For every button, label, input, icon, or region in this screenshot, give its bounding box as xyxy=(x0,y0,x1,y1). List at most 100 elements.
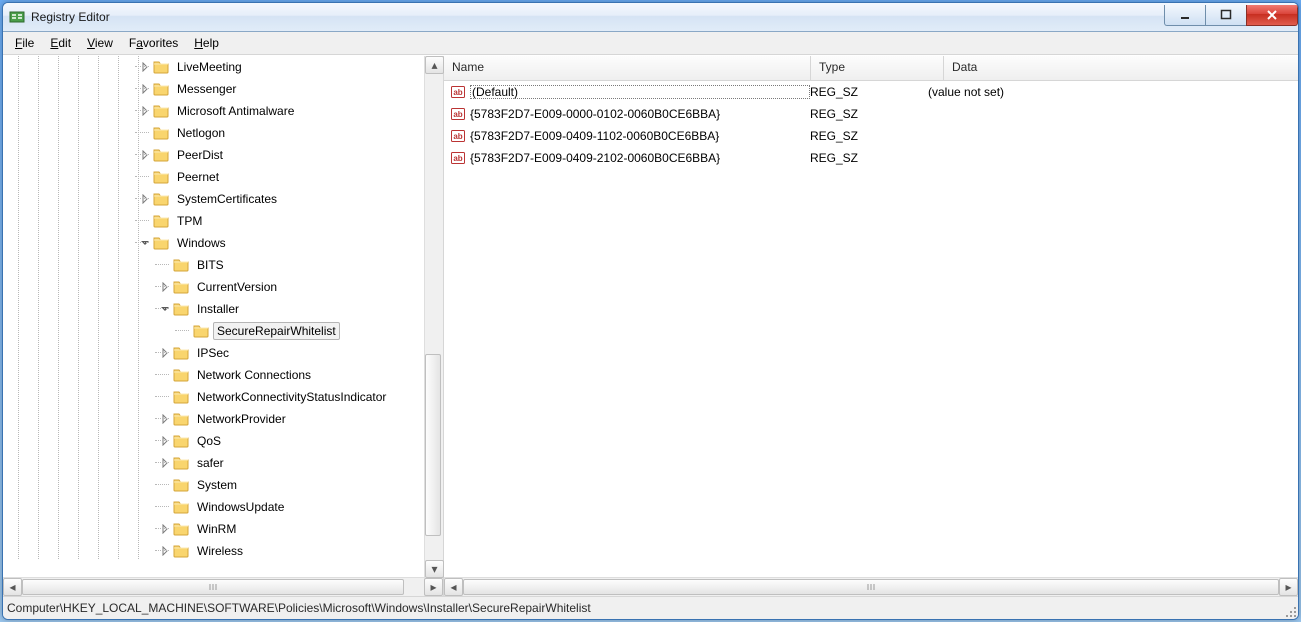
tree-item[interactable]: IPSec xyxy=(3,342,390,364)
folder-icon xyxy=(173,279,189,295)
tree-item[interactable]: SecureRepairWhitelist xyxy=(3,320,390,342)
list-row[interactable]: ab {5783F2D7-E009-0000-0102-0060B0CE6BBA}… xyxy=(444,103,1298,125)
value-type: REG_SZ xyxy=(810,129,928,143)
menu-view[interactable]: View xyxy=(79,34,121,52)
tree-scrollbar-vertical[interactable]: ▴ ▾ xyxy=(424,56,443,578)
tree-item[interactable]: Wireless xyxy=(3,540,390,562)
value-name: {5783F2D7-E009-0000-0102-0060B0CE6BBA} xyxy=(470,107,810,121)
scroll-right-button[interactable]: ▸ xyxy=(1279,578,1298,596)
tree-item[interactable]: NetworkProvider xyxy=(3,408,390,430)
tree-item-label: SecureRepairWhitelist xyxy=(213,322,340,340)
statusbar: Computer\HKEY_LOCAL_MACHINE\SOFTWARE\Pol… xyxy=(3,596,1298,619)
tree-item[interactable]: System xyxy=(3,474,390,496)
tree-item[interactable]: NetworkConnectivityStatusIndicator xyxy=(3,386,390,408)
tree-item-label: QoS xyxy=(193,432,225,450)
folder-icon xyxy=(173,257,189,273)
value-type: REG_SZ xyxy=(810,85,928,99)
minimize-button[interactable] xyxy=(1164,5,1206,26)
folder-icon xyxy=(173,367,189,383)
tree-item[interactable]: CurrentVersion xyxy=(3,276,390,298)
list-row[interactable]: ab{5783F2D7-E009-0409-2102-0060B0CE6BBA}… xyxy=(444,147,1298,169)
folder-icon xyxy=(173,411,189,427)
tree-item[interactable]: Network Connections xyxy=(3,364,390,386)
tree-item[interactable]: Windows xyxy=(3,232,390,254)
folder-icon xyxy=(153,81,169,97)
tree-item[interactable]: Installer xyxy=(3,298,390,320)
tree-item-label: System xyxy=(193,476,241,494)
menu-edit[interactable]: Edit xyxy=(42,34,79,52)
menu-file[interactable]: File xyxy=(7,34,42,52)
tree-item[interactable]: safer xyxy=(3,452,390,474)
tree-item[interactable]: LiveMeeting xyxy=(3,56,390,78)
tree-item-label: safer xyxy=(193,454,228,472)
scroll-thumb-vertical[interactable] xyxy=(425,354,441,536)
list-body[interactable]: ab(Default)REG_SZ(value not set)ab{5783F… xyxy=(444,81,1298,577)
menu-help[interactable]: Help xyxy=(186,34,227,52)
folder-icon xyxy=(153,103,169,119)
resize-grip-icon[interactable] xyxy=(1284,605,1296,617)
regedit-window: Registry Editor File Edit View Favorites… xyxy=(2,2,1299,620)
value-type: REG_SZ xyxy=(810,151,928,165)
titlebar[interactable]: Registry Editor xyxy=(3,3,1298,32)
tree-item-label: CurrentVersion xyxy=(193,278,281,296)
list-row[interactable]: ab(Default)REG_SZ(value not set) xyxy=(444,81,1298,103)
tree-item-label: LiveMeeting xyxy=(173,58,246,76)
scroll-thumb-horizontal[interactable] xyxy=(463,579,1279,595)
regedit-icon xyxy=(9,9,25,25)
tree-item[interactable]: PeerDist xyxy=(3,144,390,166)
tree-item[interactable]: WinRM xyxy=(3,518,390,540)
folder-icon xyxy=(153,169,169,185)
folder-icon xyxy=(153,235,169,251)
folder-icon xyxy=(173,543,189,559)
list-header: Name Type Data xyxy=(444,56,1298,81)
tree-item[interactable]: Netlogon xyxy=(3,122,390,144)
tree-item-label: NetworkProvider xyxy=(193,410,290,428)
tree-item-label: Messenger xyxy=(173,80,240,98)
scroll-right-button[interactable]: ▸ xyxy=(424,578,443,596)
tree-item[interactable]: SystemCertificates xyxy=(3,188,390,210)
folder-icon xyxy=(153,213,169,229)
scroll-left-button[interactable]: ◂ xyxy=(444,578,463,596)
column-header-data[interactable]: Data xyxy=(944,56,1298,80)
tree-item[interactable]: QoS xyxy=(3,430,390,452)
close-button[interactable] xyxy=(1246,5,1298,26)
scroll-up-button[interactable]: ▴ xyxy=(425,56,444,74)
window-title: Registry Editor xyxy=(31,10,1165,24)
tree-item-label: Peernet xyxy=(173,168,223,186)
list-row[interactable]: ab{5783F2D7-E009-0409-1102-0060B0CE6BBA}… xyxy=(444,125,1298,147)
tree-item[interactable]: Peernet xyxy=(3,166,390,188)
tree-body[interactable]: LiveMeeting Messenger Microsoft Antimalwar… xyxy=(3,56,443,577)
menu-favorites[interactable]: Favorites xyxy=(121,34,186,52)
tree-item-label: BITS xyxy=(193,256,228,274)
tree-item[interactable]: BITS xyxy=(3,254,390,276)
column-header-name[interactable]: Name xyxy=(444,56,811,80)
folder-icon xyxy=(153,59,169,75)
folder-icon xyxy=(173,345,189,361)
list-scrollbar-horizontal[interactable]: ◂ ▸ xyxy=(444,577,1298,596)
statusbar-path: Computer\HKEY_LOCAL_MACHINE\SOFTWARE\Pol… xyxy=(7,601,591,615)
column-header-type[interactable]: Type xyxy=(811,56,944,80)
folder-icon xyxy=(153,147,169,163)
folder-icon xyxy=(153,125,169,141)
folder-icon xyxy=(193,323,209,339)
scroll-down-button[interactable]: ▾ xyxy=(425,560,444,578)
tree-item[interactable]: WindowsUpdate xyxy=(3,496,390,518)
maximize-button[interactable] xyxy=(1205,5,1247,26)
tree-scrollbar-horizontal[interactable]: ◂ ▸ xyxy=(3,577,443,596)
tree-item[interactable]: Messenger xyxy=(3,78,390,100)
tree-item[interactable]: Microsoft Antimalware xyxy=(3,100,390,122)
value-data: (value not set) xyxy=(928,85,1298,99)
string-value-icon: ab xyxy=(450,84,466,100)
window-controls xyxy=(1165,5,1298,25)
scroll-left-button[interactable]: ◂ xyxy=(3,578,22,596)
tree-item-label: TPM xyxy=(173,212,206,230)
folder-icon xyxy=(173,433,189,449)
folder-icon xyxy=(173,389,189,405)
scroll-thumb-horizontal[interactable] xyxy=(22,579,404,595)
string-value-icon: ab xyxy=(450,106,466,122)
tree-item[interactable]: TPM xyxy=(3,210,390,232)
folder-icon xyxy=(173,301,189,317)
svg-text:ab: ab xyxy=(453,88,462,97)
folder-icon xyxy=(173,499,189,515)
tree-item-label: Microsoft Antimalware xyxy=(173,102,298,120)
